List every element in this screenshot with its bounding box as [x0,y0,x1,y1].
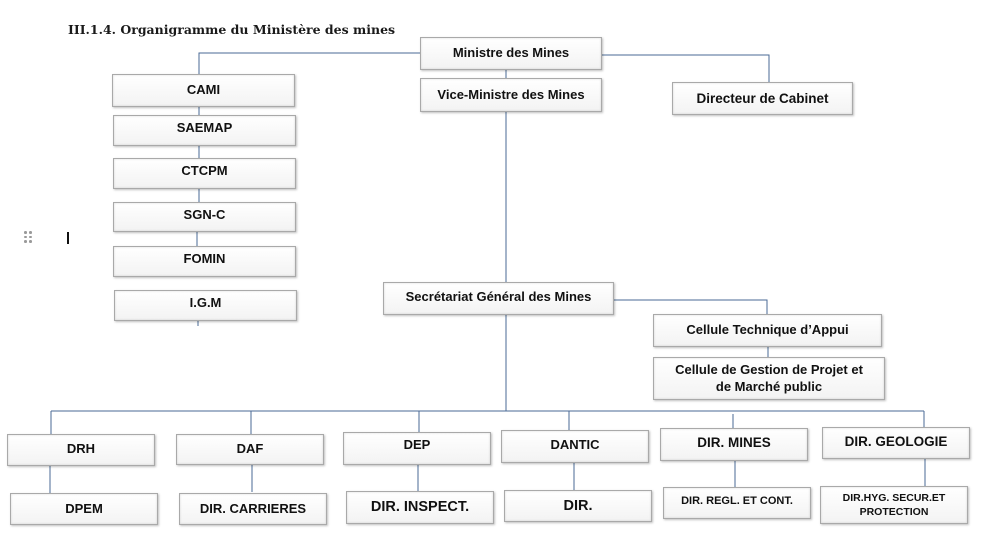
node-label: Cellule de Gestion de Projet et de March… [675,361,863,394]
node-label: FOMIN [183,251,226,266]
node-sub-regl: DIR. REGL. ET CONT. [663,487,811,519]
node-label: SAEMAP [176,120,233,135]
node-sub-hygiene: DIR.HYG. SECUR.ET PROTECTION [820,486,968,524]
node-label: Vice-Ministre des Mines [437,86,585,102]
node-igm: I.G.M [114,290,297,321]
node-sub-dpem: DPEM [10,493,158,525]
node-ctcpm: CTCPM [113,158,296,189]
connector-ministre-cabinet [602,54,770,82]
node-directeur-cabinet: Directeur de Cabinet [672,82,853,115]
node-secretariat: Secrétariat Général des Mines [383,282,614,315]
node-sgn-c: SGN-C [113,202,296,232]
node-label: CTCPM [181,163,228,178]
node-label: DIR. GEOLOGIE [844,434,948,449]
node-label: DIR. CARRIERES [199,500,307,516]
node-ministre: Ministre des Mines [420,37,602,70]
connector-secretariat-cells [614,299,768,314]
node-fomin: FOMIN [113,246,296,277]
node-label: I.G.M [189,295,222,310]
node-label: DANTIC [550,437,600,452]
node-label: DIR. [563,497,593,514]
node-label: Secrétariat Général des Mines [405,289,592,304]
node-label: DAF [236,441,264,456]
node-label: Directeur de Cabinet [696,90,829,106]
node-direction-geologie: DIR. GEOLOGIE [822,427,970,459]
node-vice-ministre: Vice-Ministre des Mines [420,78,602,112]
node-label: Cellule Technique d’Appui [686,322,849,338]
node-label: DPEM [65,500,103,516]
node-cellule-gestion: Cellule de Gestion de Projet et de March… [653,357,885,400]
node-label: DIR. MINES [697,435,771,450]
node-label: DRH [66,441,96,456]
node-sub-inspect: DIR. INSPECT. [346,491,494,524]
node-sub-carrieres: DIR. CARRIERES [179,493,327,525]
node-direction-dep: DEP [343,432,491,465]
text-cursor [67,232,69,244]
node-direction-daf: DAF [176,434,324,465]
node-label: DIR. INSPECT. [370,499,470,516]
node-label: CAMI [186,82,221,98]
node-label: DEP [403,437,431,452]
node-label: SGN-C [183,207,226,222]
connector-ministre-left [198,52,420,74]
node-cellule-technique: Cellule Technique d’Appui [653,314,882,347]
node-label: DIR.HYG. SECUR.ET PROTECTION [842,491,946,518]
node-label: Ministre des Mines [452,45,570,61]
drag-handle-icon[interactable] [24,231,33,243]
node-label: DIR. REGL. ET CONT. [681,495,793,507]
node-cami: CAMI [112,74,295,107]
node-direction-drh: DRH [7,434,155,466]
node-direction-dantic: DANTIC [501,430,649,463]
node-sub-dir: DIR. [504,490,652,522]
node-saemap: SAEMAP [113,115,296,146]
node-direction-mines: DIR. MINES [660,428,808,461]
